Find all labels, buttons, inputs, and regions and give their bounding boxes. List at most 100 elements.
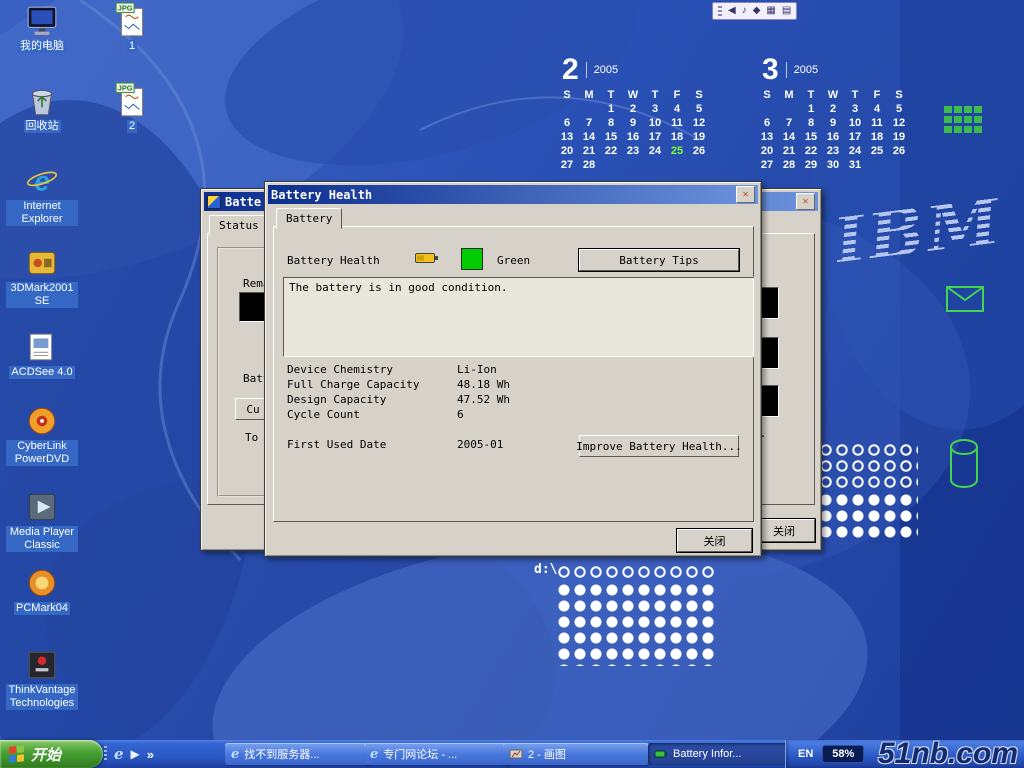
field-value: Li-Ion bbox=[457, 363, 497, 376]
desktop-icon-recycle-bin[interactable]: 回收站 bbox=[6, 84, 78, 133]
media-player-icon[interactable]: ▶ bbox=[131, 747, 140, 761]
tab-status[interactable]: Status bbox=[209, 215, 269, 236]
calendar-day: 22 bbox=[600, 144, 622, 158]
field-label: Device Chemistry bbox=[287, 363, 393, 376]
battery-health-titlebar[interactable]: Battery Health ✕ bbox=[268, 185, 758, 204]
calendar-day: 6 bbox=[556, 116, 578, 130]
desktop-icon-internet-explorer[interactable]: e Internet Explorer bbox=[6, 164, 78, 226]
calendar-day bbox=[644, 158, 666, 172]
calendar-day-header: S bbox=[888, 88, 910, 102]
pcmark-icon bbox=[25, 566, 59, 600]
calendar-day: 16 bbox=[822, 130, 844, 144]
calendar-day bbox=[756, 102, 778, 116]
calendar-grid: SMTWTFS123456789101112131415161718192021… bbox=[556, 88, 712, 172]
ie-icon[interactable]: e bbox=[114, 745, 124, 763]
calendar-day: 13 bbox=[756, 130, 778, 144]
close-icon[interactable]: ✕ bbox=[796, 193, 815, 210]
calendar-day: 18 bbox=[866, 130, 888, 144]
calendar-month: 3 bbox=[762, 56, 779, 84]
calendar-day: 27 bbox=[756, 158, 778, 172]
calendar-month: 2 bbox=[562, 56, 579, 84]
calendar-day: 5 bbox=[888, 102, 910, 116]
battery-meter[interactable]: 58% bbox=[822, 745, 864, 763]
battery-tips-button[interactable]: Battery Tips bbox=[579, 249, 739, 271]
internet-explorer-icon: e bbox=[25, 164, 59, 198]
calendar-day bbox=[622, 158, 644, 172]
language-indicator[interactable]: EN bbox=[798, 748, 813, 760]
grip-handle-icon[interactable] bbox=[718, 6, 722, 16]
field-value: 2005-01 bbox=[457, 438, 503, 451]
condition-textbox[interactable]: The battery is in good condition. bbox=[283, 277, 754, 357]
field-label: Cycle Count bbox=[287, 408, 360, 421]
close-icon[interactable]: ✕ bbox=[736, 186, 755, 203]
desktop-icon-3dmark2001[interactable]: 3DMark2001 SE bbox=[6, 246, 78, 308]
task-button-paint[interactable]: 2 - 画图 bbox=[503, 743, 649, 765]
calendar-day: 8 bbox=[800, 116, 822, 130]
audio-icon[interactable]: ♪ bbox=[742, 6, 747, 16]
calendar-day: 7 bbox=[578, 116, 600, 130]
health-status: Green bbox=[497, 254, 530, 267]
task-button-server-page[interactable]: e 找不到服务器... bbox=[225, 743, 371, 765]
desktop-icon-media-player-classic[interactable]: Media Player Classic bbox=[6, 490, 78, 552]
my-computer-icon bbox=[25, 4, 59, 38]
icon-label: 1 bbox=[127, 40, 137, 53]
back-icon[interactable]: ◀ bbox=[728, 6, 736, 16]
start-label: 开始 bbox=[31, 744, 61, 765]
floating-toolbar[interactable]: ◀ ♪ ◆ ▦ ▤ bbox=[712, 2, 797, 20]
close-window-button[interactable]: 关闭 bbox=[753, 519, 815, 542]
calendar-day-header: S bbox=[756, 88, 778, 102]
close-dialog-button[interactable]: 关闭 bbox=[677, 529, 752, 552]
desktop-icon-pcmark04[interactable]: PCMark04 bbox=[6, 566, 78, 615]
calendar-day: 15 bbox=[800, 130, 822, 144]
calendar-day-header: S bbox=[688, 88, 710, 102]
keyboard-icon[interactable]: ▤ bbox=[782, 6, 791, 16]
calendar-day-header: M bbox=[578, 88, 600, 102]
icon-label: Internet Explorer bbox=[6, 200, 78, 226]
grid-icon bbox=[944, 106, 984, 134]
jpg-tag: JPG bbox=[118, 83, 133, 92]
calendar-day-header: T bbox=[800, 88, 822, 102]
calendar-day: 2 bbox=[822, 102, 844, 116]
desktop-icon-acdsee[interactable]: ACDSee 4.0 bbox=[6, 330, 78, 379]
ie-icon: e bbox=[231, 747, 239, 762]
desktop-file-2[interactable]: JPG 2 bbox=[96, 82, 168, 133]
calendar-day: 9 bbox=[622, 116, 644, 130]
calendar-day-header: T bbox=[600, 88, 622, 102]
calendar-day: 30 bbox=[822, 158, 844, 172]
icon-label: PCMark04 bbox=[14, 602, 70, 615]
start-button[interactable]: 开始 bbox=[0, 740, 103, 768]
calendar-day: 10 bbox=[644, 116, 666, 130]
chevron-icon[interactable]: » bbox=[147, 747, 154, 762]
desktop-icon-thinkvantage[interactable]: ThinkVantage Technologies bbox=[6, 648, 78, 710]
icon-label: 3DMark2001 SE bbox=[6, 282, 78, 308]
status-icon[interactable]: ◆ bbox=[753, 6, 761, 16]
improve-battery-health-button[interactable]: Improve Battery Health... bbox=[579, 435, 739, 457]
tab-battery[interactable]: Battery bbox=[276, 208, 342, 229]
desktop-icon-powerdvd[interactable]: CyberLink PowerDVD bbox=[6, 404, 78, 466]
acdsee-icon bbox=[25, 330, 59, 364]
calendar-day: 10 bbox=[844, 116, 866, 130]
calendar-march: 3 2005 SMTWTFS12345678910111213141516171… bbox=[756, 56, 912, 172]
field-value: 48.18 Wh bbox=[457, 378, 510, 391]
drive-label: d:\ bbox=[534, 562, 557, 577]
calendar-day: 28 bbox=[578, 158, 600, 172]
display-icon[interactable]: ▦ bbox=[766, 6, 775, 16]
desktop-icon-my-computer[interactable]: 我的电脑 bbox=[6, 4, 78, 53]
task-button-forum[interactable]: e 专门网论坛 - ... bbox=[364, 743, 510, 765]
quick-launch: e ▶ » bbox=[98, 740, 160, 768]
recycle-bin-icon bbox=[25, 84, 59, 118]
taskbar: 开始 e ▶ » e 找不到服务器... e 专门网论坛 - ... 2 - 画… bbox=[0, 740, 1024, 768]
task-label: 2 - 画图 bbox=[528, 746, 566, 762]
task-label: 专门网论坛 - ... bbox=[383, 746, 457, 762]
calendar-grid: SMTWTFS123456789101112131415161718192021… bbox=[756, 88, 912, 172]
desktop-file-1[interactable]: JPG 1 bbox=[96, 2, 168, 53]
calendar-day: 16 bbox=[622, 130, 644, 144]
calendar-day: 5 bbox=[688, 102, 710, 116]
field-label: Design Capacity bbox=[287, 393, 386, 406]
field-value: 47.52 Wh bbox=[457, 393, 510, 406]
quick-launch-handle-icon[interactable] bbox=[104, 746, 107, 762]
icon-label: Media Player Classic bbox=[6, 526, 78, 552]
dot-pattern-center bbox=[556, 582, 716, 666]
task-button-battery-information[interactable]: Battery Infor... bbox=[648, 743, 794, 765]
calendar-day bbox=[600, 158, 622, 172]
